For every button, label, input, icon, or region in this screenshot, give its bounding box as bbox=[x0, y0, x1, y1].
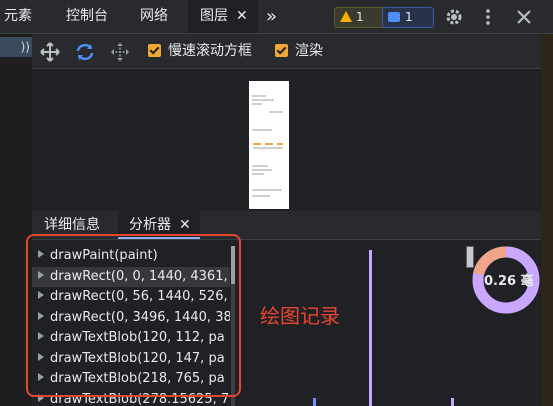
pan-mode-icon[interactable] bbox=[40, 42, 60, 62]
tab-label: 图层 bbox=[200, 8, 228, 24]
close-icon[interactable]: ✕ bbox=[236, 8, 248, 24]
donut-segment bbox=[473, 246, 507, 276]
messages-count: 1 bbox=[405, 10, 413, 24]
more-tabs-button[interactable]: » bbox=[266, 0, 277, 33]
slow-scroll-label: 慢速滚动方框 bbox=[168, 43, 252, 59]
tab-label: 控制台 bbox=[66, 8, 108, 24]
timeline-bar bbox=[369, 250, 372, 406]
message-icon bbox=[388, 12, 400, 22]
warning-icon bbox=[340, 11, 352, 22]
page-layer-thumbnail[interactable] bbox=[249, 81, 289, 209]
rotate-mode-icon[interactable] bbox=[74, 42, 96, 62]
tab-elements[interactable]: 元素 bbox=[4, 0, 32, 33]
tab-label: 详细信息 bbox=[44, 217, 100, 233]
tab-label: 元素 bbox=[4, 8, 32, 24]
tab-console[interactable]: 控制台 bbox=[66, 0, 108, 33]
timeline-bar bbox=[451, 398, 454, 406]
tab-layers[interactable]: 图层 ✕ bbox=[188, 0, 258, 33]
warnings-count: 1 bbox=[356, 10, 364, 24]
messages-badge[interactable]: 1 bbox=[382, 7, 434, 28]
paint-label: 渲染 bbox=[295, 43, 323, 59]
close-icon[interactable]: ✕ bbox=[179, 217, 191, 233]
close-devtools-icon[interactable] bbox=[517, 10, 531, 24]
warnings-badge[interactable]: 1 bbox=[334, 7, 386, 28]
gear-icon[interactable] bbox=[444, 7, 464, 27]
right-edge-panel bbox=[541, 34, 553, 406]
annotation-label: 绘图记录 bbox=[260, 304, 340, 328]
timeline-bar bbox=[313, 398, 316, 406]
tab-label: 分析器 bbox=[129, 217, 171, 233]
layers-3d-view[interactable] bbox=[32, 69, 541, 211]
tab-label: 网络 bbox=[140, 8, 168, 24]
annotation-highlight-box bbox=[26, 234, 241, 397]
selected-node[interactable]: )) bbox=[0, 37, 32, 57]
slow-scroll-checkbox[interactable] bbox=[148, 44, 161, 57]
devtools-tab-bar: 元素 控制台 网络 图层 ✕ » 1 1 bbox=[0, 0, 553, 34]
layers-toolbar: 慢速滚动方框 渲染 bbox=[32, 34, 541, 69]
more-vert-icon[interactable] bbox=[482, 8, 494, 26]
paint-time-donut: 0.26 毫 bbox=[472, 246, 540, 314]
reset-transform-icon[interactable] bbox=[110, 42, 130, 62]
donut-label: 0.26 毫 bbox=[484, 273, 534, 289]
chevron-double-right-icon: » bbox=[266, 6, 278, 27]
tab-network[interactable]: 网络 bbox=[140, 0, 168, 33]
paint-checkbox[interactable] bbox=[275, 44, 288, 57]
